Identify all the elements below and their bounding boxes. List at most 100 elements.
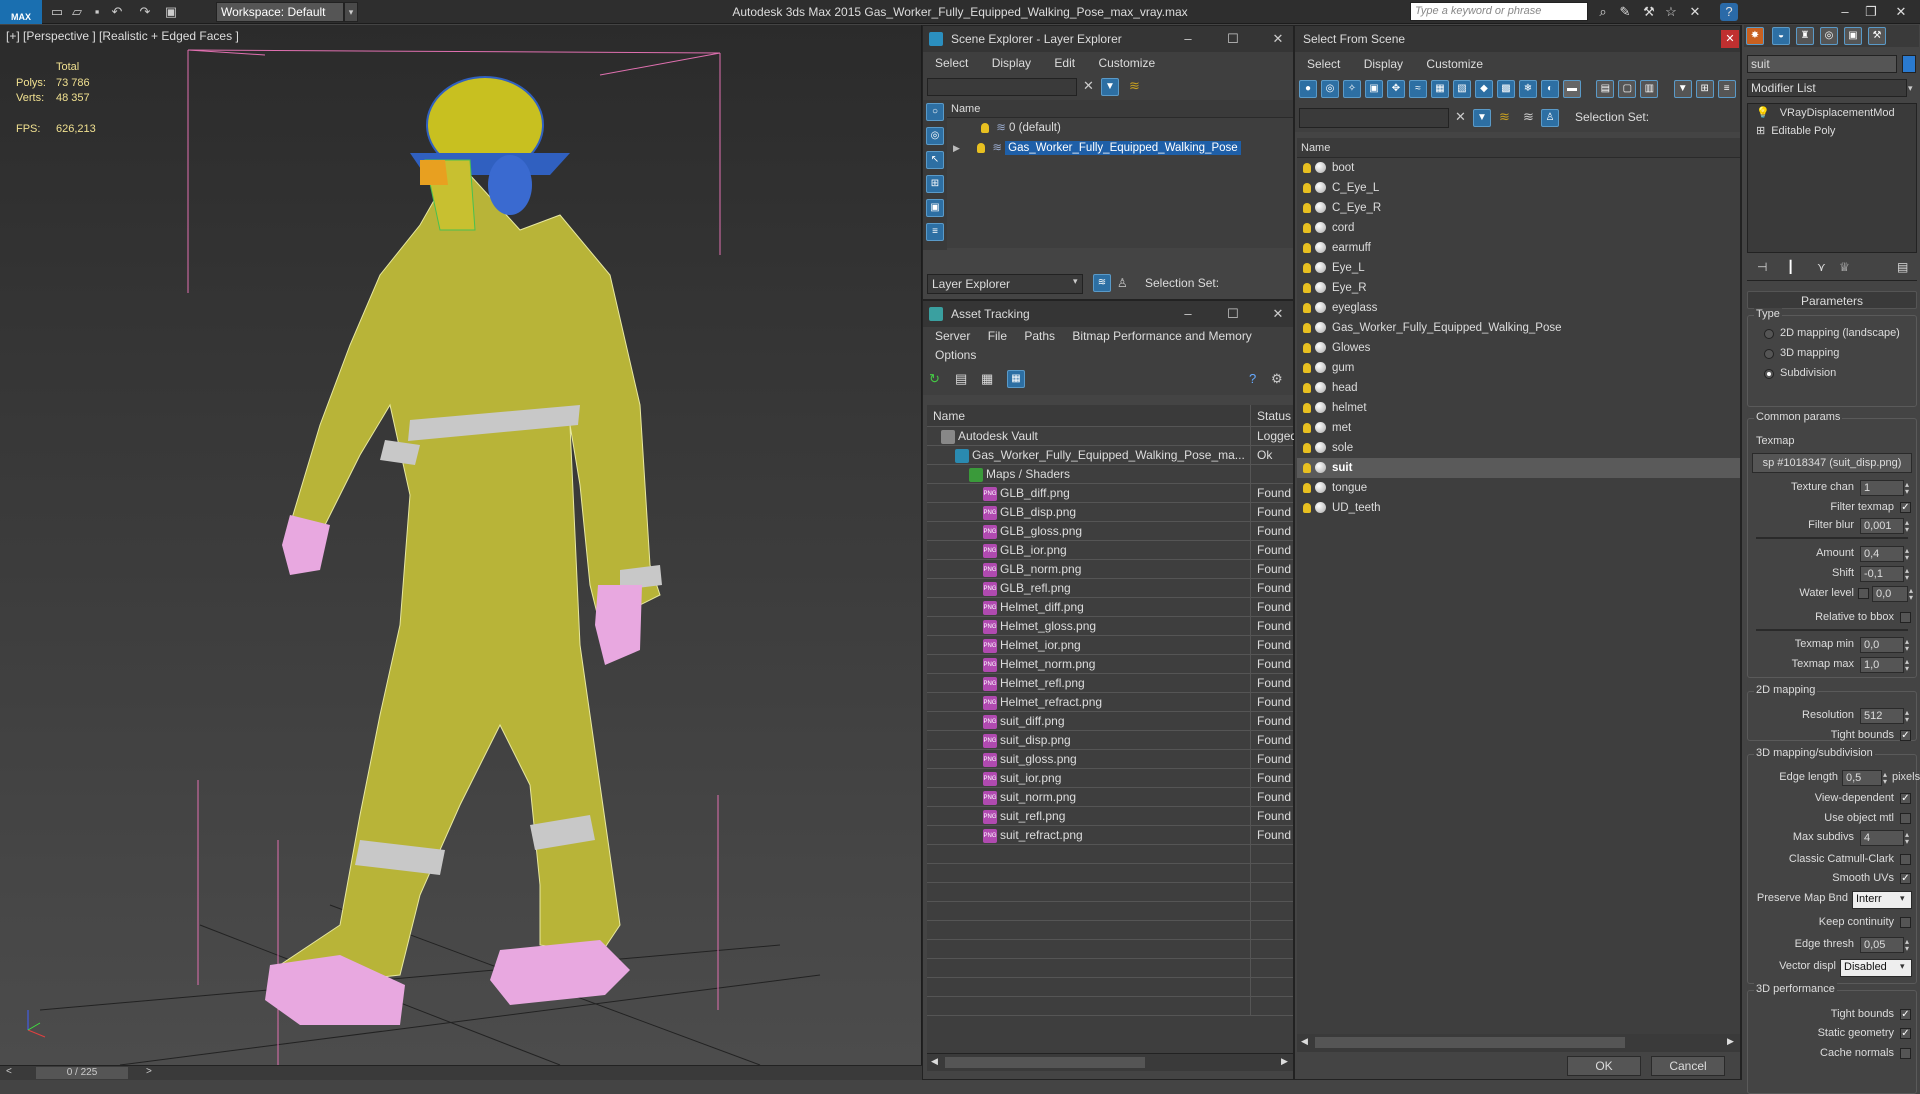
asset-row[interactable]: PNG Helmet_diff.png Found — [927, 598, 1293, 617]
object-row[interactable]: helmet — [1297, 398, 1740, 418]
param-checkbox[interactable]: ✓ — [1900, 793, 1911, 804]
display-frozen-icon[interactable]: ❄ — [1519, 80, 1537, 98]
spinner-arrows-icon[interactable]: ▴ ▾ — [1905, 658, 1909, 673]
param-spinner[interactable]: 1 — [1860, 480, 1904, 496]
asset-row[interactable]: PNG GLB_ior.png Found — [927, 541, 1293, 560]
display-groups-icon[interactable]: ▦ — [1431, 80, 1449, 98]
table-view-icon[interactable]: ▦ — [981, 371, 993, 387]
object-row[interactable]: boot — [1297, 158, 1740, 178]
help-icon[interactable]: ? — [1720, 3, 1738, 21]
clear-filter-icon[interactable]: ✕ — [1455, 109, 1466, 125]
spinner-arrows-icon[interactable]: ▴ ▾ — [1905, 567, 1909, 582]
spinner-arrows-icon[interactable]: ▴ ▾ — [1905, 638, 1909, 653]
object-row[interactable]: C_Eye_L — [1297, 178, 1740, 198]
menu-select[interactable]: Select — [1307, 57, 1340, 71]
lightbulb-icon[interactable] — [1303, 342, 1311, 353]
param-checkbox[interactable] — [1900, 1048, 1911, 1059]
spinner-arrows-icon[interactable]: ▴ ▾ — [1905, 481, 1909, 496]
asset-row[interactable]: PNG suit_ior.png Found — [927, 769, 1293, 788]
display-lights-icon[interactable]: ✧ — [1343, 80, 1361, 98]
menu-select[interactable]: Select — [935, 56, 968, 70]
close-icon[interactable]: ✕ — [1721, 30, 1739, 48]
menu-customize[interactable]: Customize — [1098, 56, 1155, 70]
time-slider-bar[interactable]: < 0 / 225 > — [0, 1065, 922, 1080]
stack-item[interactable]: ⊞ Editable Poly — [1748, 122, 1916, 140]
minimize-icon[interactable]: – — [1173, 301, 1203, 327]
menu-display[interactable]: Display — [1364, 57, 1403, 71]
expand-box-icon[interactable]: ⊞ — [1756, 125, 1765, 137]
asset-row[interactable]: PNG GLB_disp.png Found — [927, 503, 1293, 522]
column-header-name[interactable]: Name — [927, 405, 1251, 427]
chevron-down-icon[interactable]: ▾ — [1900, 961, 1905, 972]
maximize-icon[interactable]: ☐ — [1218, 26, 1248, 52]
column-header-name[interactable]: Name — [947, 100, 1293, 118]
lightbulb-icon[interactable] — [1303, 382, 1311, 393]
object-row[interactable]: Gas_Worker_Fully_Equipped_Walking_Pose — [1297, 318, 1740, 338]
param-spinner[interactable]: 0,4 — [1860, 546, 1904, 562]
asset-row[interactable]: PNG GLB_gloss.png Found — [927, 522, 1293, 541]
object-row[interactable]: suit — [1297, 458, 1740, 478]
param-spinner[interactable]: 1,0 — [1860, 657, 1904, 673]
hierarchy-icon[interactable]: ⊞ — [926, 175, 944, 193]
column-header-name[interactable]: Name — [1297, 138, 1740, 158]
close-icon[interactable]: ✕ — [1263, 26, 1293, 52]
help-icon[interactable]: ? — [1249, 371, 1256, 386]
object-horizontal-scrollbar[interactable]: ◀ ▶ — [1297, 1034, 1740, 1052]
layer-icon[interactable]: ≋ — [1523, 109, 1534, 125]
menu-paths[interactable]: Paths — [1024, 329, 1055, 343]
display-all-icon[interactable]: ▬ — [1563, 80, 1581, 98]
scene-explorer-titlebar[interactable]: Scene Explorer - Layer Explorer – ☐ ✕ — [923, 26, 1293, 52]
prev-frame-button[interactable]: < — [6, 1066, 12, 1077]
asset-row[interactable]: PNG Helmet_ior.png Found — [927, 636, 1293, 655]
object-search-input[interactable] — [1299, 108, 1449, 128]
minimize-icon[interactable]: – — [1173, 26, 1203, 52]
display-geometry-icon[interactable]: ● — [1299, 80, 1317, 98]
maximize-icon[interactable]: ☐ — [1218, 301, 1248, 327]
param-checkbox[interactable]: ✓ — [1900, 730, 1911, 741]
param-checkbox[interactable]: ✓ — [1900, 873, 1911, 884]
asset-horizontal-scrollbar[interactable]: ◀ ▶ — [927, 1053, 1293, 1071]
asset-row[interactable]: PNG Helmet_gloss.png Found — [927, 617, 1293, 636]
param-checkbox[interactable] — [1900, 813, 1911, 824]
minimize-icon[interactable]: – — [1836, 3, 1854, 21]
lightbulb-icon[interactable] — [1303, 302, 1311, 313]
lightbulb-icon[interactable] — [1303, 282, 1311, 293]
project-icon[interactable]: ▣ — [162, 3, 180, 21]
object-row[interactable]: earmuff — [1297, 238, 1740, 258]
chevron-down-icon[interactable]: ▾ — [1900, 893, 1905, 904]
asset-row[interactable]: PNG Helmet_norm.png Found — [927, 655, 1293, 674]
asset-row[interactable]: Autodesk Vault Logged — [927, 427, 1297, 446]
next-frame-button[interactable]: > — [146, 1066, 152, 1077]
display-tab-icon[interactable]: ▣ — [1844, 27, 1862, 45]
display-shapes-icon[interactable]: ◎ — [1321, 80, 1339, 98]
hierarchy-tab-icon[interactable]: ♜ — [1796, 27, 1814, 45]
param-checkbox[interactable] — [1900, 917, 1911, 928]
scroll-thumb[interactable] — [1315, 1037, 1625, 1048]
spinner-arrows-icon[interactable]: ▴ ▾ — [1905, 547, 1909, 562]
scroll-right-icon[interactable]: ▶ — [1727, 1036, 1734, 1047]
param-spinner[interactable]: 0,5 — [1842, 770, 1882, 786]
asset-row[interactable]: PNG suit_disp.png Found — [927, 731, 1293, 750]
lightbulb-icon[interactable] — [1303, 462, 1311, 473]
menu-edit[interactable]: Edit — [1054, 56, 1075, 70]
select-all-icon[interactable]: ▤ — [1596, 80, 1615, 98]
menu-customize[interactable]: Customize — [1426, 57, 1483, 71]
pin-stack-icon[interactable]: ⊣ — [1757, 260, 1767, 274]
lightbulb-icon[interactable] — [1303, 222, 1311, 233]
subscription-icon[interactable]: ⚒ — [1640, 3, 1658, 21]
lightbulb-icon[interactable] — [1303, 162, 1311, 173]
param-spinner[interactable]: 512 — [1860, 708, 1904, 724]
scene-filter-input[interactable] — [927, 78, 1077, 96]
layer-manager-icon[interactable]: ≋ — [1093, 274, 1111, 292]
spinner-arrows-icon[interactable]: ▴ ▾ — [1909, 587, 1913, 602]
motion-tab-icon[interactable]: ◎ — [1820, 27, 1838, 45]
object-row[interactable]: head — [1297, 378, 1740, 398]
favorites-icon[interactable]: ☆ — [1662, 3, 1680, 21]
time-slider[interactable]: 0 / 225 — [36, 1067, 128, 1079]
spinner-arrows-icon[interactable]: ▴ ▾ — [1905, 709, 1909, 724]
texmap-button[interactable]: sp #1018347 (suit_disp.png) — [1752, 453, 1912, 473]
invert-selection-icon[interactable]: ▥ — [1640, 80, 1659, 98]
workspace-dropdown[interactable]: Workspace: Default — [216, 2, 344, 22]
object-row[interactable]: tongue — [1297, 478, 1740, 498]
open-folder-icon[interactable]: ▱ — [68, 3, 86, 21]
